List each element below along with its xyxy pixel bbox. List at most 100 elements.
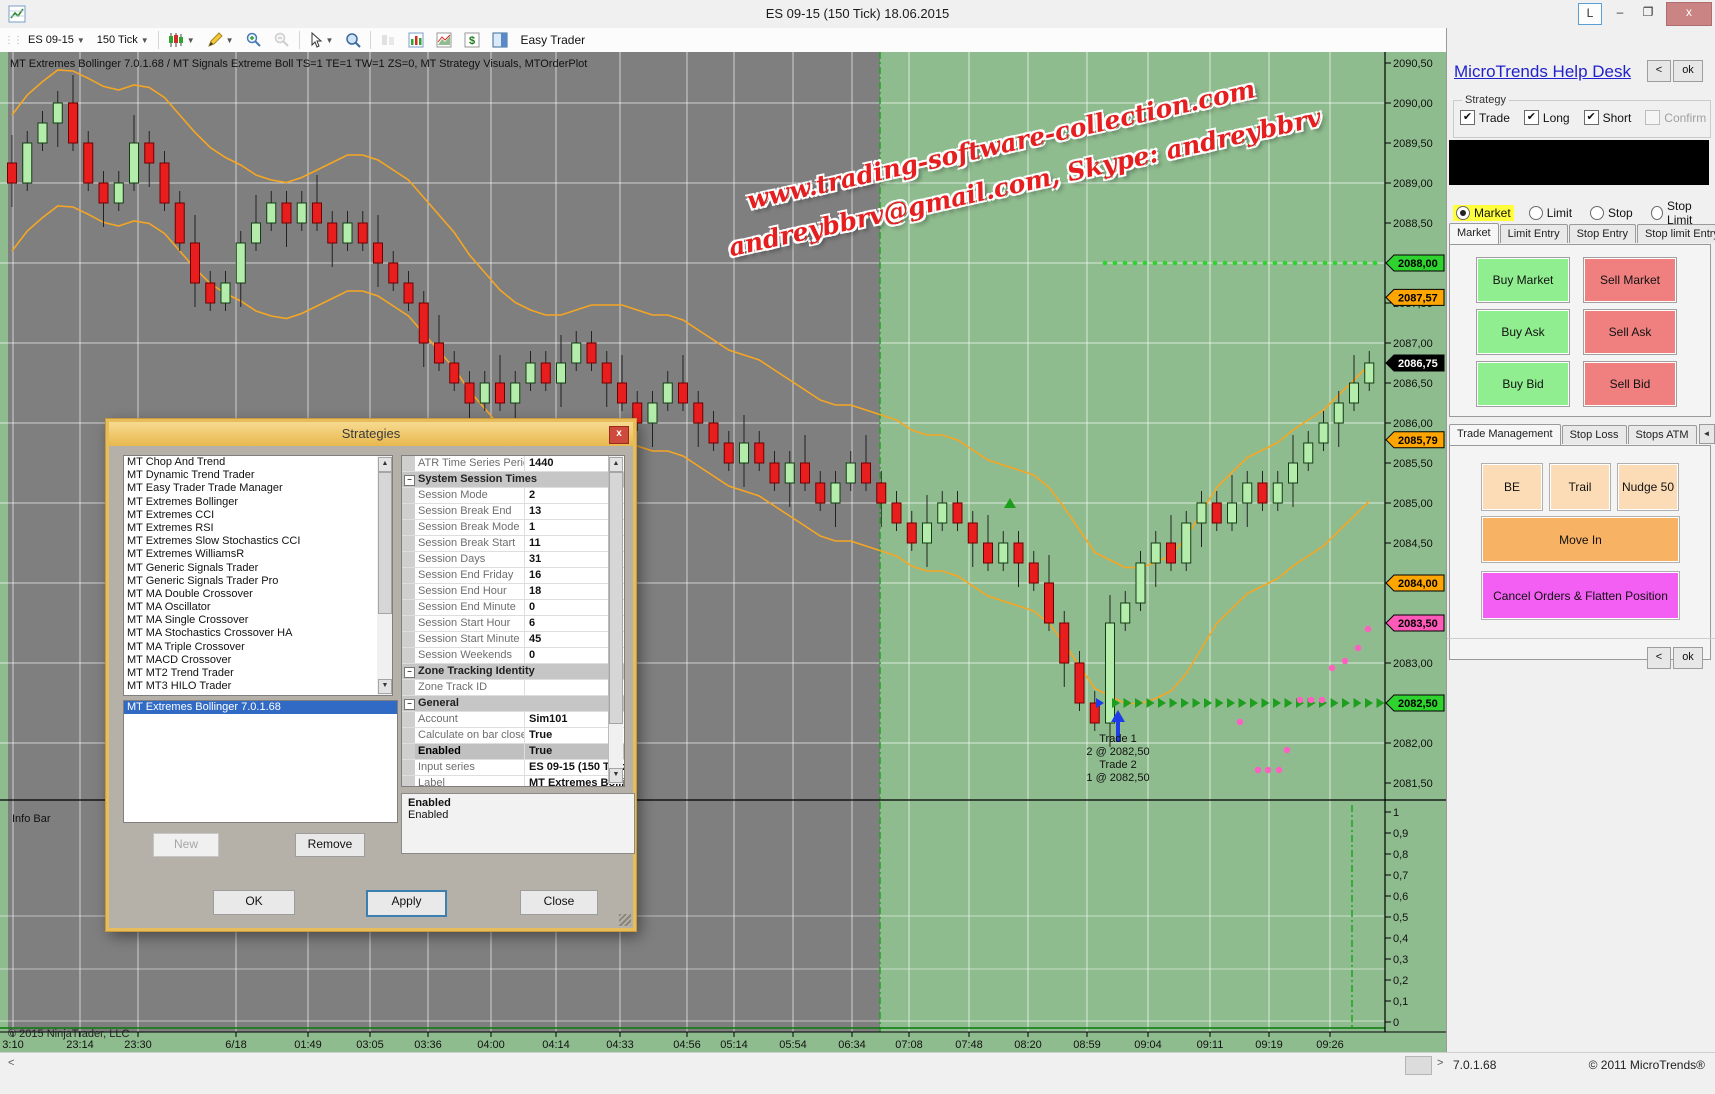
checkbox-box[interactable]: ✔ bbox=[1584, 110, 1599, 125]
remove-button[interactable]: Remove bbox=[295, 833, 365, 857]
tab-stop-limit-entry[interactable]: Stop limit Entry bbox=[1637, 224, 1715, 243]
microtrends-help-link[interactable]: MicroTrends Help Desk bbox=[1454, 62, 1631, 82]
account-data-button[interactable]: $ bbox=[461, 31, 483, 49]
property-category-row[interactable]: System Session Times− bbox=[402, 472, 624, 488]
strategy-list-item[interactable]: MT MA Double Crossover bbox=[124, 588, 378, 601]
nudge-50-button[interactable]: Nudge 50 bbox=[1617, 463, 1679, 511]
strategy-list-item[interactable]: MT MACD Crossover bbox=[124, 654, 378, 667]
dialog-close-button[interactable]: x bbox=[609, 426, 629, 444]
tab-market[interactable]: Market bbox=[1449, 223, 1499, 244]
checkbox-box[interactable]: ✔ bbox=[1524, 110, 1539, 125]
strategy-list-item[interactable]: MT Easy Trader Trade Manager bbox=[124, 482, 378, 495]
collapse-icon[interactable]: − bbox=[404, 667, 415, 678]
strategy-list-item[interactable]: MT MT2 Trend Trader bbox=[124, 667, 378, 680]
toolbar-grip-icon[interactable]: ⋮⋮ bbox=[4, 35, 22, 46]
property-row[interactable]: Session Break Mode1 bbox=[402, 520, 624, 536]
radio-circle[interactable] bbox=[1590, 206, 1604, 220]
property-row[interactable]: EnabledTrue bbox=[402, 744, 624, 760]
strategy-list-item[interactable]: MT MA Oscillator bbox=[124, 601, 378, 614]
property-row[interactable]: Session End Hour18 bbox=[402, 584, 624, 600]
chart-snapshot-button[interactable] bbox=[433, 31, 455, 49]
property-row[interactable]: Session Weekends0 bbox=[402, 648, 624, 664]
configured-strategy-item[interactable]: MT Extremes Bollinger 7.0.1.68 bbox=[124, 701, 397, 714]
panel-back-button[interactable]: < bbox=[1647, 60, 1671, 82]
property-row[interactable]: ATR Time Series Peric1440 bbox=[402, 456, 624, 472]
radio-stop[interactable]: Stop bbox=[1587, 205, 1636, 221]
scroll-down-icon[interactable]: ▼ bbox=[378, 679, 392, 694]
strategy-list-item[interactable]: MT Generic Signals Trader bbox=[124, 562, 378, 575]
property-category-row[interactable]: General− bbox=[402, 696, 624, 712]
move-in-button[interactable]: Move In bbox=[1481, 516, 1680, 563]
strategy-list-item[interactable]: MT Extremes CCI bbox=[124, 509, 378, 522]
minimize-button[interactable]: – bbox=[1608, 3, 1632, 23]
property-row[interactable]: LabelMT Extremes Bollinger bbox=[402, 776, 624, 787]
tab-stop-loss[interactable]: Stop Loss bbox=[1562, 425, 1627, 444]
chart-trader-toggle[interactable] bbox=[489, 31, 511, 49]
tab-stops-atm[interactable]: Stops ATM bbox=[1628, 425, 1697, 444]
resize-grip[interactable] bbox=[619, 914, 631, 926]
drawing-tools-dropdown[interactable]: ▼ bbox=[204, 31, 237, 49]
scroll-down-icon[interactable]: ▼ bbox=[609, 768, 623, 783]
tab-trade-management[interactable]: Trade Management bbox=[1449, 424, 1561, 445]
chart-style-dropdown[interactable]: ▼ bbox=[165, 31, 198, 49]
panel-back-button[interactable]: < bbox=[1647, 647, 1671, 669]
close-button[interactable]: Close bbox=[520, 890, 598, 915]
panel-ok-button[interactable]: ok bbox=[1673, 647, 1703, 669]
apply-button[interactable]: Apply bbox=[366, 890, 447, 917]
scrollbar-thumb[interactable] bbox=[378, 472, 392, 614]
radio-circle[interactable] bbox=[1529, 206, 1543, 220]
property-row[interactable]: Calculate on bar closeTrue bbox=[402, 728, 624, 744]
instrument-dropdown[interactable]: ES 09-15▼ bbox=[25, 33, 88, 47]
buy-market-button[interactable]: Buy Market bbox=[1476, 257, 1570, 303]
ok-button[interactable]: OK bbox=[213, 890, 295, 915]
strategy-list-item[interactable]: MT Generic Signals Trader Pro bbox=[124, 575, 378, 588]
scroll-up-icon[interactable]: ▲ bbox=[609, 457, 623, 472]
strategy-list-item[interactable]: MT Extremes WilliamsR bbox=[124, 548, 378, 561]
checkbox-confirm[interactable]: Confirm bbox=[1645, 110, 1706, 125]
new-button[interactable]: New bbox=[153, 833, 219, 857]
zoom-in-button[interactable] bbox=[243, 31, 265, 49]
property-row[interactable]: Session Start Minute45 bbox=[402, 632, 624, 648]
tab-scroll-left-icon[interactable]: ◄ bbox=[1699, 424, 1715, 444]
checkbox-box[interactable]: ✔ bbox=[1460, 110, 1475, 125]
property-row[interactable]: Input seriesES 09-15 (150 Tick) bbox=[402, 760, 624, 776]
period-dropdown[interactable]: 150 Tick▼ bbox=[94, 33, 152, 47]
strategy-list-scrollbar[interactable]: ▲ ▼ bbox=[377, 455, 393, 696]
maximize-button[interactable]: ❐ bbox=[1636, 3, 1660, 23]
property-row[interactable]: Session Break Start11 bbox=[402, 536, 624, 552]
property-row[interactable]: Session Start Hour6 bbox=[402, 616, 624, 632]
radio-circle[interactable] bbox=[1651, 206, 1663, 220]
trail-button[interactable]: Trail bbox=[1549, 463, 1611, 511]
market-analyzer-button[interactable] bbox=[405, 31, 427, 49]
strategy-list-item[interactable]: MT Chop And Trend bbox=[124, 456, 378, 469]
hscrollbar-thumb[interactable] bbox=[1405, 1056, 1432, 1075]
property-grid-scrollbar[interactable]: ▲ ▼ bbox=[608, 456, 623, 784]
strategy-list-item[interactable]: MT MA Triple Crossover bbox=[124, 641, 378, 654]
scroll-up-icon[interactable]: ▲ bbox=[378, 457, 392, 472]
property-row[interactable]: Session Days31 bbox=[402, 552, 624, 568]
bars-back-button[interactable] bbox=[377, 31, 399, 49]
scroll-left-icon[interactable]: < bbox=[8, 1057, 14, 1069]
checkbox-long[interactable]: ✔Long bbox=[1524, 110, 1570, 125]
panel-ok-button[interactable]: ok bbox=[1673, 60, 1703, 82]
sell-ask-button[interactable]: Sell Ask bbox=[1583, 309, 1677, 355]
cursor-dropdown[interactable]: ▼ bbox=[306, 31, 337, 49]
checkbox-short[interactable]: ✔Short bbox=[1584, 110, 1632, 125]
property-category-row[interactable]: Zone Tracking Identity− bbox=[402, 664, 624, 680]
property-row[interactable]: Session End Friday16 bbox=[402, 568, 624, 584]
checkbox-trade[interactable]: ✔Trade bbox=[1460, 110, 1510, 125]
property-row[interactable]: AccountSim101 bbox=[402, 712, 624, 728]
checkbox-box[interactable] bbox=[1645, 110, 1660, 125]
sell-market-button[interactable]: Sell Market bbox=[1583, 257, 1677, 303]
strategy-list-item[interactable]: MT Extremes Bollinger bbox=[124, 496, 378, 509]
zoom-out-button[interactable] bbox=[271, 31, 293, 49]
layout-button[interactable]: L bbox=[1578, 3, 1602, 25]
tab-stop-entry[interactable]: Stop Entry bbox=[1569, 224, 1636, 243]
collapse-icon[interactable]: − bbox=[404, 475, 415, 486]
be-button[interactable]: BE bbox=[1481, 463, 1543, 511]
collapse-icon[interactable]: − bbox=[404, 699, 415, 710]
cancel-orders-flatten-button[interactable]: Cancel Orders & Flatten Position bbox=[1481, 571, 1680, 620]
sell-bid-button[interactable]: Sell Bid bbox=[1583, 361, 1677, 407]
buy-ask-button[interactable]: Buy Ask bbox=[1476, 309, 1570, 355]
scrollbar-thumb[interactable] bbox=[609, 472, 623, 724]
